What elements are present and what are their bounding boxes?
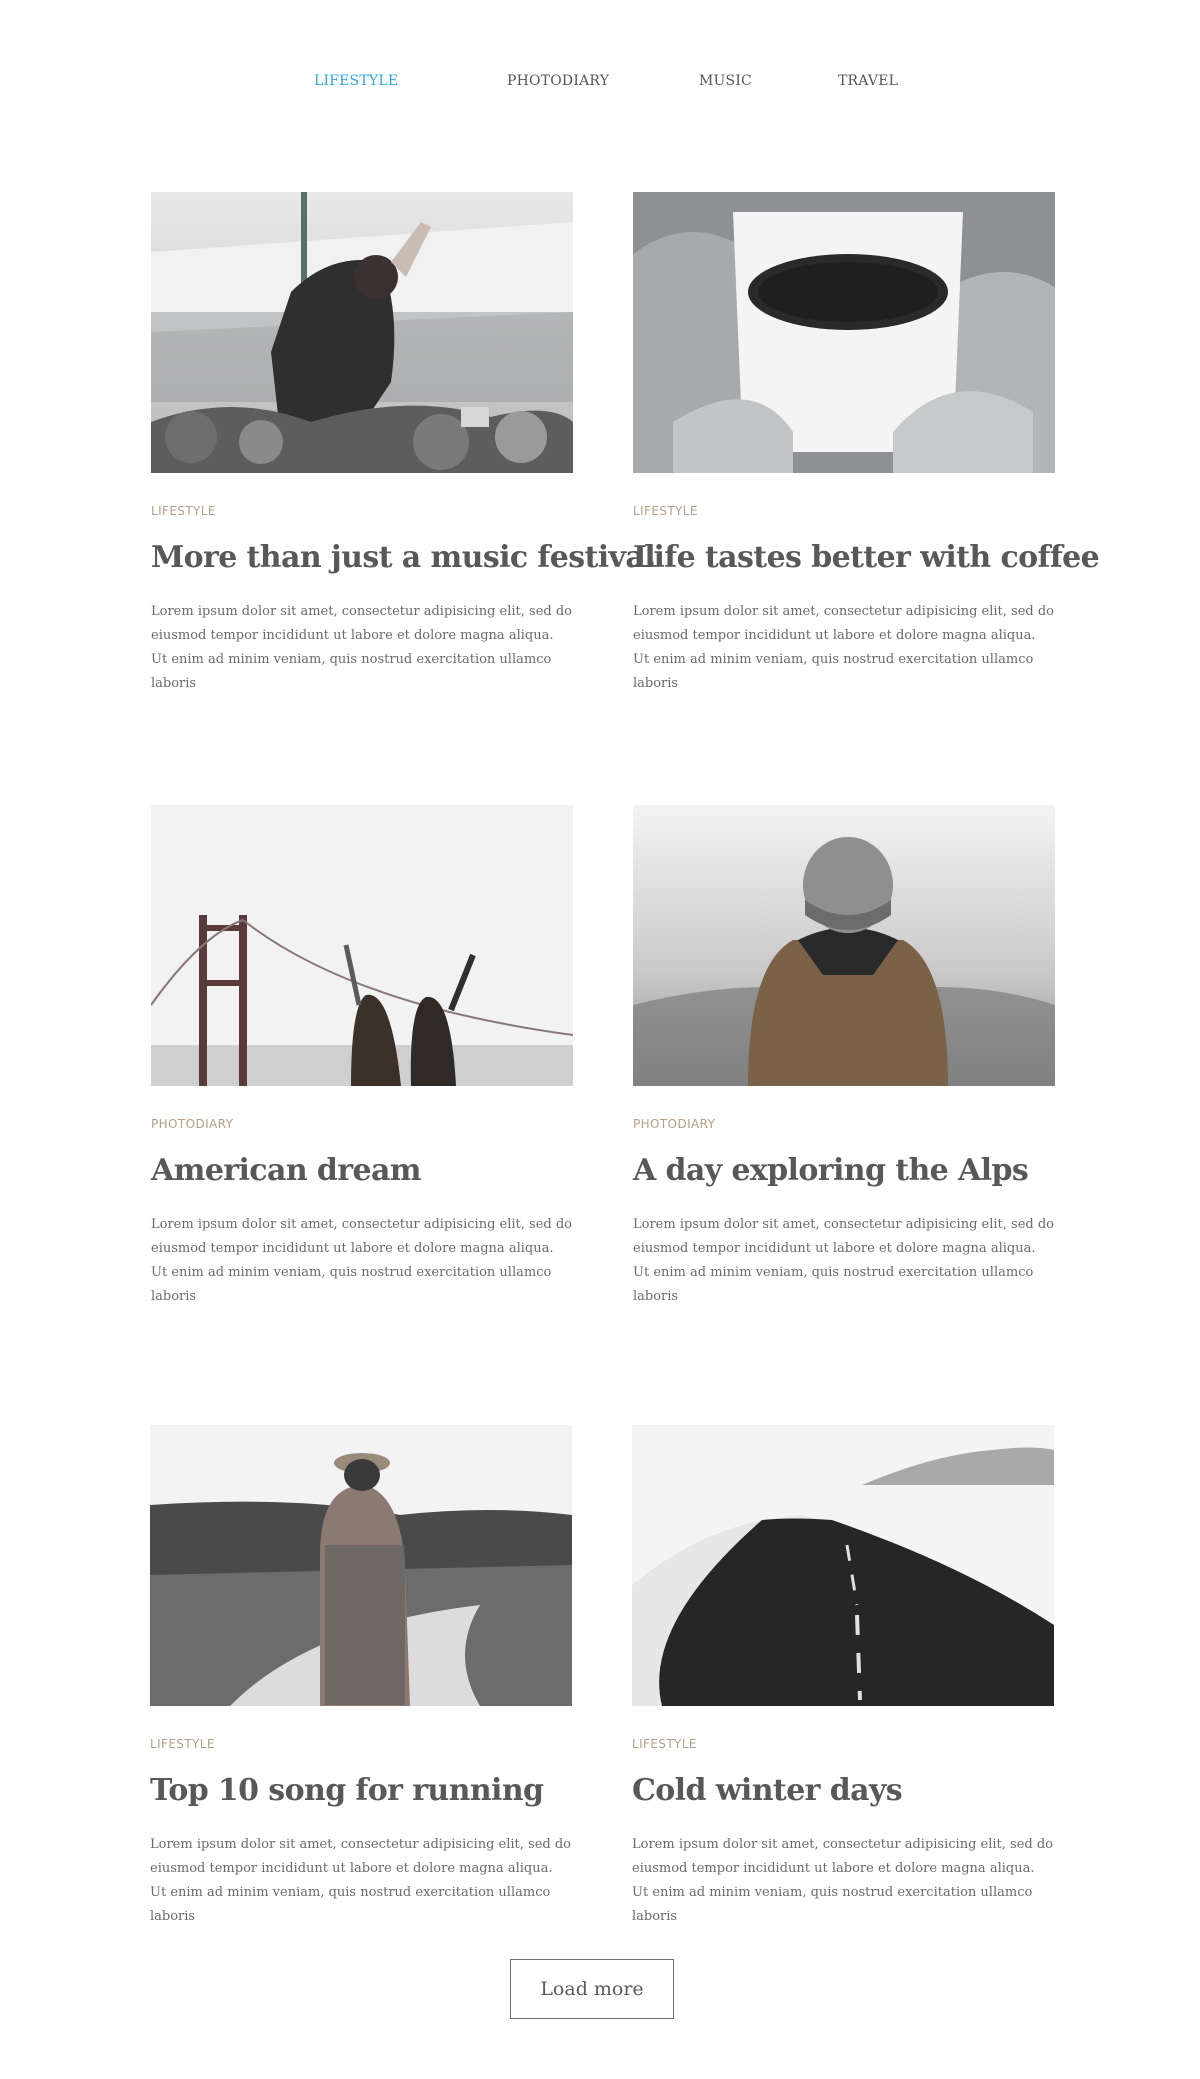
- post-excerpt: Lorem ipsum dolor sit amet, consectetur …: [150, 1837, 571, 1924]
- post-image[interactable]: [633, 805, 1055, 1086]
- post-excerpt: Lorem ipsum dolor sit amet, consectetur …: [151, 1217, 572, 1304]
- post-image[interactable]: [151, 805, 573, 1086]
- post-title[interactable]: More than just a music festival: [151, 538, 656, 578]
- category-nav: LIFESTYLE PHOTODIARY MUSIC TRAVEL: [0, 73, 1200, 93]
- nav-item-travel[interactable]: TRAVEL: [838, 73, 898, 89]
- post-category[interactable]: LIFESTYLE: [150, 1737, 572, 1751]
- post-card: LIFESTYLE Life tastes better with coffee…: [633, 192, 1100, 696]
- post-title[interactable]: American dream: [151, 1151, 573, 1191]
- post-excerpt: Lorem ipsum dolor sit amet, consectetur …: [633, 604, 1054, 691]
- post-image[interactable]: [150, 1425, 572, 1706]
- post-title[interactable]: Cold winter days: [632, 1771, 1054, 1811]
- post-category[interactable]: PHOTODIARY: [633, 1117, 1055, 1131]
- post-card: LIFESTYLE Cold winter days Lorem ipsum d…: [632, 1425, 1054, 1929]
- post-card: PHOTODIARY A day exploring the Alps Lore…: [633, 805, 1055, 1309]
- post-category[interactable]: PHOTODIARY: [151, 1117, 573, 1131]
- post-category[interactable]: LIFESTYLE: [632, 1737, 1054, 1751]
- post-image[interactable]: [632, 1425, 1054, 1706]
- load-more-button[interactable]: Load more: [510, 1959, 674, 2019]
- post-excerpt: Lorem ipsum dolor sit amet, consectetur …: [633, 1217, 1054, 1304]
- post-image[interactable]: [151, 192, 573, 473]
- post-card: LIFESTYLE Top 10 song for running Lorem …: [150, 1425, 572, 1929]
- nav-item-music[interactable]: MUSIC: [699, 73, 752, 89]
- post-title[interactable]: A day exploring the Alps: [633, 1151, 1055, 1191]
- nav-item-lifestyle[interactable]: LIFESTYLE: [314, 73, 398, 89]
- post-card: PHOTODIARY American dream Lorem ipsum do…: [151, 805, 573, 1309]
- post-excerpt: Lorem ipsum dolor sit amet, consectetur …: [151, 604, 572, 691]
- post-image[interactable]: [633, 192, 1055, 473]
- post-title[interactable]: Top 10 song for running: [150, 1771, 572, 1811]
- post-category[interactable]: LIFESTYLE: [151, 504, 573, 518]
- post-excerpt: Lorem ipsum dolor sit amet, consectetur …: [632, 1837, 1053, 1924]
- post-category[interactable]: LIFESTYLE: [633, 504, 1055, 518]
- post-title[interactable]: Life tastes better with coffee: [633, 538, 1100, 578]
- post-card: LIFESTYLE More than just a music festiva…: [151, 192, 656, 696]
- nav-item-photodiary[interactable]: PHOTODIARY: [507, 73, 609, 89]
